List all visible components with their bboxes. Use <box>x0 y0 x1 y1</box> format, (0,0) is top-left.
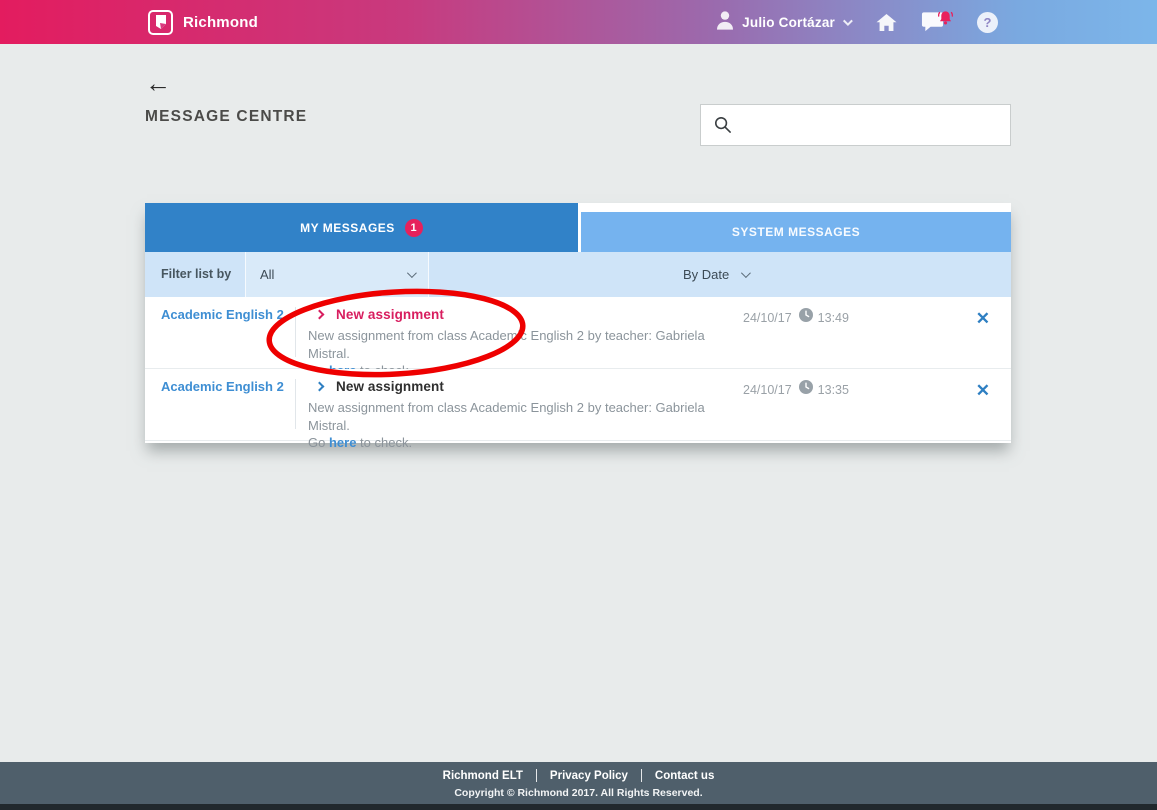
footer-link-contact-us[interactable]: Contact us <box>655 770 714 782</box>
sort-selected-value: By Date <box>683 267 729 282</box>
divider <box>536 769 537 782</box>
clock-icon <box>799 380 813 399</box>
tab-my-messages[interactable]: MY MESSAGES 1 <box>145 203 578 252</box>
chevron-right-icon <box>315 381 325 391</box>
sort-dropdown[interactable]: By Date <box>683 252 748 297</box>
message-body-line2-prefix: Go <box>308 435 329 450</box>
search-icon <box>714 116 732 134</box>
divider <box>641 769 642 782</box>
message-body: New assignment from class Academic Engli… <box>308 399 731 452</box>
richmond-logo-icon <box>148 10 173 35</box>
message-list: Academic English 2 New assignment New as… <box>145 297 1011 441</box>
notifications-icon[interactable] <box>921 9 955 35</box>
filter-row: Filter list by All By Date <box>145 252 1011 297</box>
message-content: New assignment New assignment from class… <box>308 377 731 452</box>
brand: Richmond <box>148 0 258 44</box>
user-icon <box>716 10 734 35</box>
navbar-right: Julio Cortázar <box>716 0 998 44</box>
messages-panel: MY MESSAGES 1 SYSTEM MESSAGES Filter lis… <box>145 203 1011 443</box>
page-title: MESSAGE CENTRE <box>145 108 307 126</box>
close-icon[interactable]: ✕ <box>976 309 990 329</box>
message-body-line1: New assignment from class Academic Engli… <box>308 400 705 433</box>
chevron-down-icon <box>407 268 417 278</box>
unread-count-badge: 1 <box>405 219 423 237</box>
clock-icon <box>799 308 813 327</box>
help-icon[interactable]: ? <box>977 12 998 33</box>
close-icon[interactable]: ✕ <box>976 381 990 401</box>
search-box <box>700 104 1011 146</box>
top-navbar: Richmond Julio Cortázar <box>0 0 1157 44</box>
message-class-link[interactable]: Academic English 2 <box>161 307 284 322</box>
home-icon[interactable] <box>876 13 897 32</box>
message-meta: 24/10/17 13:35 <box>743 380 849 399</box>
user-menu[interactable]: Julio Cortázar <box>742 15 835 30</box>
chevron-right-icon <box>315 309 325 319</box>
message-class-link[interactable]: Academic English 2 <box>161 379 284 394</box>
brand-name: Richmond <box>183 14 258 31</box>
chevron-down-icon[interactable] <box>843 16 853 26</box>
filter-selected-value: All <box>260 267 274 282</box>
here-link[interactable]: here <box>329 435 356 450</box>
message-title: New assignment <box>336 307 444 322</box>
filter-dropdown[interactable]: All <box>245 252 429 297</box>
divider <box>295 307 296 357</box>
message-time: 13:49 <box>818 311 849 325</box>
bell-icon <box>936 9 955 33</box>
footer-link-privacy-policy[interactable]: Privacy Policy <box>550 770 628 782</box>
tab-label: MY MESSAGES <box>300 221 395 235</box>
message-body-line2-suffix: to check. <box>356 435 412 450</box>
message-centre-screen: Richmond Julio Cortázar <box>0 0 1157 810</box>
chevron-down-icon <box>741 268 751 278</box>
filter-label: Filter list by <box>161 252 231 297</box>
back-button[interactable]: ← <box>145 70 171 96</box>
message-date: 24/10/17 <box>743 383 792 397</box>
message-row[interactable]: Academic English 2 New assignment New as… <box>145 297 1011 369</box>
message-time: 13:35 <box>818 383 849 397</box>
footer-link-richmond-elt[interactable]: Richmond ELT <box>443 770 523 782</box>
bottom-strip <box>0 804 1157 810</box>
message-body-line1: New assignment from class Academic Engli… <box>308 328 705 361</box>
tab-label: SYSTEM MESSAGES <box>732 225 860 239</box>
footer: Richmond ELT Privacy Policy Contact us C… <box>0 762 1157 804</box>
search-input[interactable] <box>732 105 1010 145</box>
message-title: New assignment <box>336 379 444 394</box>
message-meta: 24/10/17 13:49 <box>743 308 849 327</box>
divider <box>295 379 296 429</box>
message-row[interactable]: Academic English 2 New assignment New as… <box>145 369 1011 441</box>
message-date: 24/10/17 <box>743 311 792 325</box>
copyright-text: Copyright © Richmond 2017. All Rights Re… <box>0 787 1157 799</box>
tab-system-messages[interactable]: SYSTEM MESSAGES <box>581 212 1011 252</box>
